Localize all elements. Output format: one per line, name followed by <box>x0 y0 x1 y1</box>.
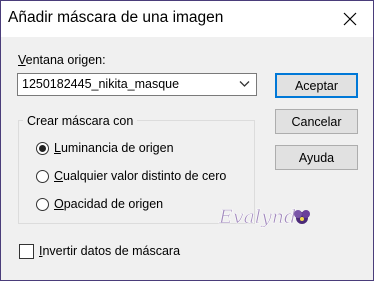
mask-group-title: Crear máscara con <box>23 114 138 128</box>
svg-text:Evalynda: Evalynda <box>218 206 307 228</box>
radio-any-nonzero[interactable]: Cualquier valor distinto de cero <box>36 169 226 183</box>
radio-label: Opacidad de origen <box>54 197 164 211</box>
radio-button[interactable] <box>36 169 49 183</box>
radio-button[interactable] <box>36 141 49 155</box>
radio-opacity[interactable]: Opacidad de origen <box>36 197 163 211</box>
chevron-down-icon <box>239 81 250 87</box>
invert-mask-label: Invertir datos de máscara <box>39 244 181 258</box>
radio-button[interactable] <box>36 197 49 211</box>
title-bar: Añadir máscara de una imagen <box>1 1 373 37</box>
dialog-window: Añadir máscara de una imagen Ventana ori… <box>0 0 374 281</box>
cancel-button[interactable]: Cancelar <box>275 109 358 134</box>
dialog-title: Añadir máscara de una imagen <box>8 9 224 26</box>
help-button[interactable]: Ayuda <box>275 145 358 170</box>
source-window-label: Ventana origen: <box>18 53 106 67</box>
radio-luminance[interactable]: Luminancia de origen <box>36 141 174 155</box>
radio-label: Luminancia de origen <box>54 141 174 155</box>
watermark-logo: Evalynda <box>218 206 310 228</box>
source-label-mnemonic: V <box>18 53 26 67</box>
source-window-dropdown[interactable]: 1250182445_nikita_masque <box>17 73 257 96</box>
close-icon <box>343 12 357 26</box>
close-button[interactable] <box>327 1 373 37</box>
radio-label: Cualquier valor distinto de cero <box>54 169 227 183</box>
invert-mask-checkbox[interactable] <box>19 244 34 259</box>
source-window-value: 1250182445_nikita_masque <box>22 77 180 91</box>
source-label-text: entana origen: <box>25 53 106 67</box>
ok-button[interactable]: Aceptar <box>275 73 358 98</box>
